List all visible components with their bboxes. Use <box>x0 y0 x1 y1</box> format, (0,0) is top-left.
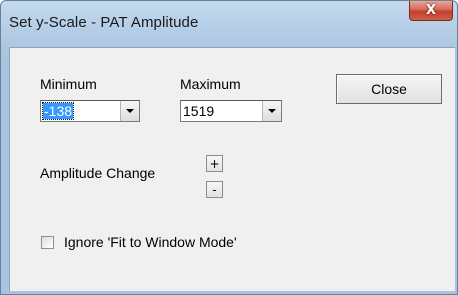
amplitude-change-label: Amplitude Change <box>40 165 156 181</box>
minimum-value[interactable]: -138 <box>41 101 120 121</box>
amplitude-decrease-button[interactable]: - <box>206 181 223 198</box>
close-icon: X <box>425 3 437 18</box>
minimum-dropdown-button[interactable] <box>120 101 139 121</box>
maximum-value[interactable]: 1519 <box>181 101 262 121</box>
title-close-button[interactable]: X <box>409 1 453 21</box>
plus-icon: + <box>209 156 220 171</box>
minimum-label: Minimum <box>40 76 97 92</box>
close-button-label: Close <box>371 81 407 97</box>
chevron-down-icon <box>268 109 276 113</box>
chevron-down-icon <box>126 109 134 113</box>
close-button[interactable]: Close <box>336 74 442 104</box>
minimum-dropdown[interactable]: -138 <box>40 100 140 122</box>
amplitude-increase-button[interactable]: + <box>206 155 223 172</box>
minus-icon: - <box>212 182 217 197</box>
ignore-fit-checkbox[interactable] <box>41 236 54 249</box>
maximum-label: Maximum <box>180 76 241 92</box>
ignore-fit-label[interactable]: Ignore 'Fit to Window Mode' <box>64 234 237 250</box>
dialog-window: Set y-Scale - PAT Amplitude X Minimum -1… <box>0 0 458 295</box>
maximum-dropdown[interactable]: 1519 <box>180 100 282 122</box>
title-bar[interactable]: Set y-Scale - PAT Amplitude X <box>1 1 457 45</box>
window-title: Set y-Scale - PAT Amplitude <box>9 14 199 31</box>
dialog-client-area: Minimum -138 Maximum 1519 Close Amplitud… <box>9 47 457 291</box>
maximum-dropdown-button[interactable] <box>262 101 281 121</box>
frame-edge <box>455 47 457 294</box>
